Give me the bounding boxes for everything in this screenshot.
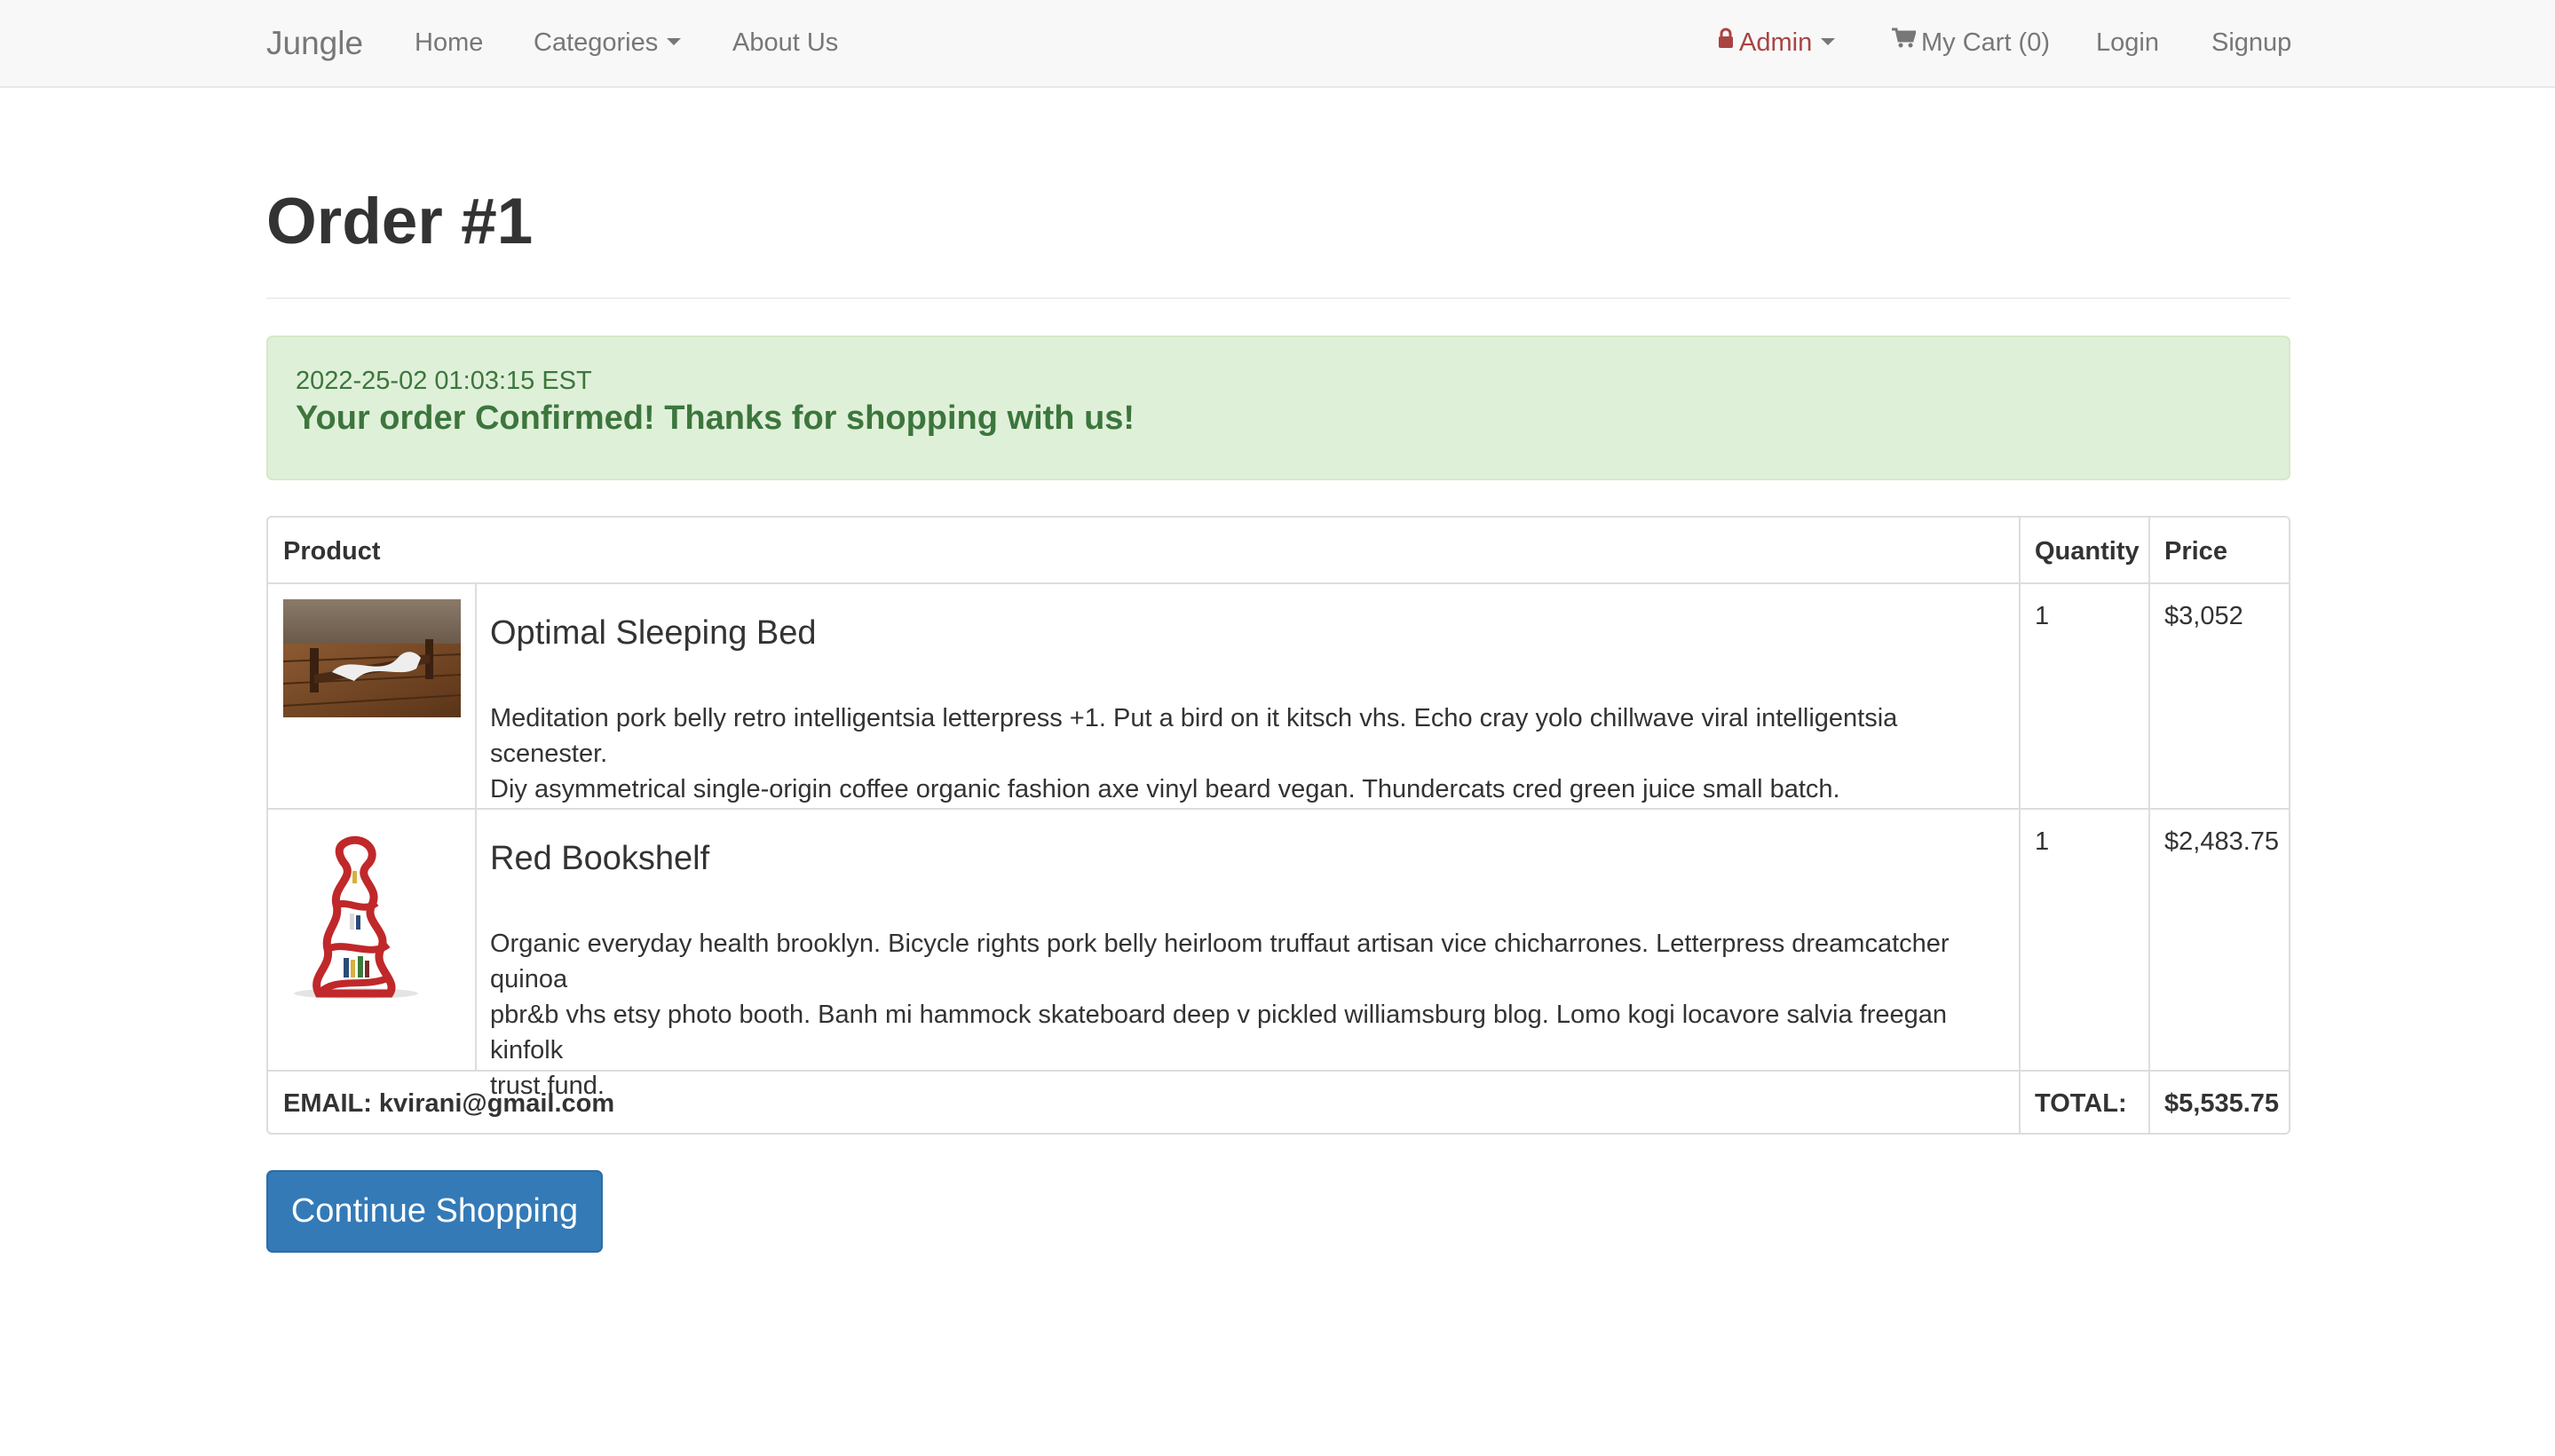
nav-admin-dropdown[interactable]: Admin [1718,0,1836,86]
chevron-down-icon [1821,38,1836,46]
product-description-line: Meditation pork belly retro intelligents… [490,704,1898,768]
nav-categories-label: Categories [534,28,659,57]
total-label: TOTAL: [2035,1089,2127,1118]
total-value: $5,535.75 [2164,1089,2280,1118]
column-divider [475,584,477,808]
nav-signup[interactable]: Signup [2211,0,2291,86]
column-divider [2148,810,2150,1070]
product-name: Red Bookshelf [490,840,710,877]
item-quantity: 1 [2035,602,2050,630]
shopping-cart-icon [1891,0,1918,84]
column-divider [2148,1072,2150,1133]
item-price: $2,483.75 [2164,827,2280,856]
product-image-bed [283,599,461,717]
nav-admin-label: Admin [1739,28,1813,57]
order-table: Product Quantity Price Optimal Sleeping … [266,516,2290,1135]
column-divider [2019,518,2021,582]
column-divider [2019,1072,2021,1133]
column-divider [2019,584,2021,808]
nav-categories-dropdown[interactable]: Categories [534,0,682,86]
title-divider [266,297,2290,299]
brand-link[interactable]: Jungle [266,0,363,86]
item-price: $3,052 [2164,602,2243,630]
product-description-line: Organic everyday health brooklyn. Bicycl… [490,930,1950,993]
product-description-line: pbr&b vhs etsy photo booth. Banh mi hamm… [490,1001,1948,1064]
table-footer-row: EMAIL: kvirani@gmail.com TOTAL: $5,535.7… [268,1072,2289,1133]
nav-login[interactable]: Login [2096,0,2159,86]
lock-icon [1718,0,1734,84]
item-quantity: 1 [2035,827,2050,856]
column-divider [475,810,477,1070]
product-name: Optimal Sleeping Bed [490,614,817,652]
header-price: Price [2164,537,2227,566]
product-description-line: Diy asymmetrical single-origin coffee or… [490,775,1840,803]
table-row: Red Bookshelf Organic everyday health br… [268,810,2289,1100]
table-header-row: Product Quantity Price [268,518,2289,584]
page-title: Order #1 [266,186,534,257]
order-confirmation-message: Your order Confirmed! Thanks for shoppin… [296,400,1135,437]
table-row: Optimal Sleeping Bed Meditation pork bel… [268,584,2289,810]
order-timestamp: 2022-25-02 01:03:15 EST [296,367,592,395]
nav-about[interactable]: About Us [732,0,838,86]
order-confirmation-alert: 2022-25-02 01:03:15 EST Your order Confi… [266,336,2290,480]
header-product: Product [283,537,381,566]
navbar: Jungle Home Categories About Us Admin My… [0,0,2555,88]
column-divider [2148,584,2150,808]
nav-cart-label: My Cart (0) [1921,28,2050,57]
chevron-down-icon [667,38,682,46]
nav-cart[interactable]: My Cart (0) [1891,0,2050,86]
product-image-bookshelf [283,825,461,1002]
column-divider [2019,810,2021,1070]
column-divider [2148,518,2150,582]
header-quantity: Quantity [2035,537,2140,566]
order-email: EMAIL: kvirani@gmail.com [283,1089,615,1118]
product-description: Meditation pork belly retro intelligents… [490,700,1999,807]
continue-shopping-button[interactable]: Continue Shopping [266,1170,603,1253]
nav-home[interactable]: Home [415,0,483,86]
